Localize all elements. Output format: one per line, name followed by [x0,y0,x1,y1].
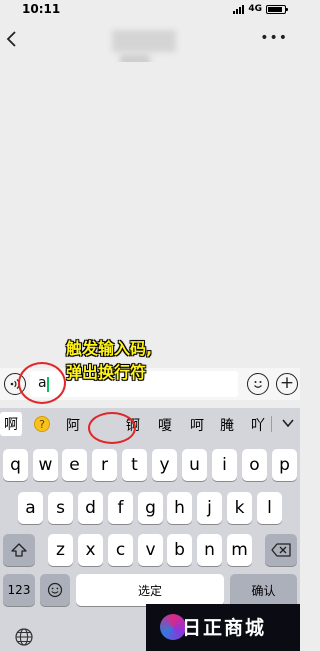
key-g[interactable]: g [138,492,163,524]
chat-message-area [0,62,300,368]
key-b[interactable]: b [167,534,192,566]
key-k[interactable]: k [227,492,252,524]
key-w[interactable]: w [33,449,58,481]
emoji-button[interactable] [247,373,269,395]
status-time: 10:11 [22,2,61,16]
key-o[interactable]: o [242,449,267,481]
battery-icon [266,4,288,14]
key-h[interactable]: h [167,492,192,524]
plus-button[interactable]: + [276,373,298,395]
emoji-key[interactable] [40,574,70,606]
network-type: 4G [248,4,262,14]
back-arrow-icon[interactable] [6,30,22,50]
key-v[interactable]: v [138,534,163,566]
key-q[interactable]: q [3,449,28,481]
globe-icon[interactable] [14,627,34,647]
shift-key[interactable] [3,534,35,566]
battery-fill [268,6,283,12]
candidate-item[interactable]: 腌 [220,415,234,435]
ime-candidate-bar: 啊 ? 阿 锕 嗄 呵 腌 吖 [0,408,300,440]
key-r[interactable]: r [92,449,117,481]
candidate-item[interactable]: 呵 [190,415,204,435]
candidate-item[interactable]: 嗄 [158,415,172,435]
thinking-face-icon[interactable]: ? [34,416,50,432]
key-m[interactable]: m [227,534,252,566]
status-icons: 4G [233,4,288,14]
candidate-first[interactable]: 啊 [0,412,22,436]
annotation-circle-candidates [88,412,136,444]
caption-line-2: 弹出换行符 [66,363,147,382]
candidate-divider [271,416,272,432]
backspace-key[interactable] [265,534,297,566]
more-options-icon[interactable]: ••• [260,30,288,46]
key-e[interactable]: e [62,449,87,481]
video-caption: 触发输入码, 弹出换行符 [66,337,152,385]
status-bar: 10:11 4G [0,0,300,20]
annotation-circle-input [18,362,66,404]
numbers-key[interactable]: 123 [3,574,35,606]
key-c[interactable]: c [108,534,133,566]
key-n[interactable]: n [197,534,222,566]
key-y[interactable]: y [152,449,177,481]
key-l[interactable]: l [257,492,282,524]
emoji-keyboard-icon [47,582,63,598]
key-p[interactable]: p [272,449,297,481]
watermark-text: 日正商城 [182,617,267,639]
caption-line-1: 触发输入码, [66,339,153,358]
key-f[interactable]: f [108,492,133,524]
key-z[interactable]: z [48,534,73,566]
smiley-icon [254,381,262,388]
key-i[interactable]: i [212,449,237,481]
key-t[interactable]: t [122,449,147,481]
candidate-item[interactable]: 吖 [251,415,265,435]
key-d[interactable]: d [78,492,103,524]
key-j[interactable]: j [197,492,222,524]
key-x[interactable]: x [78,534,103,566]
key-s[interactable]: s [48,492,73,524]
confirm-key[interactable]: 确认 [230,574,297,606]
chat-title-blurred [112,30,176,52]
key-a[interactable]: a [18,492,43,524]
backspace-icon [271,543,291,557]
chat-header: ••• [0,20,300,68]
space-key[interactable]: 选定 [76,574,224,606]
shift-icon [11,543,27,557]
key-u[interactable]: u [182,449,207,481]
signal-icon [233,4,245,14]
candidate-item[interactable]: 阿 [66,415,80,435]
chevron-down-icon[interactable] [281,416,295,430]
watermark: 日正商城 [146,604,300,651]
